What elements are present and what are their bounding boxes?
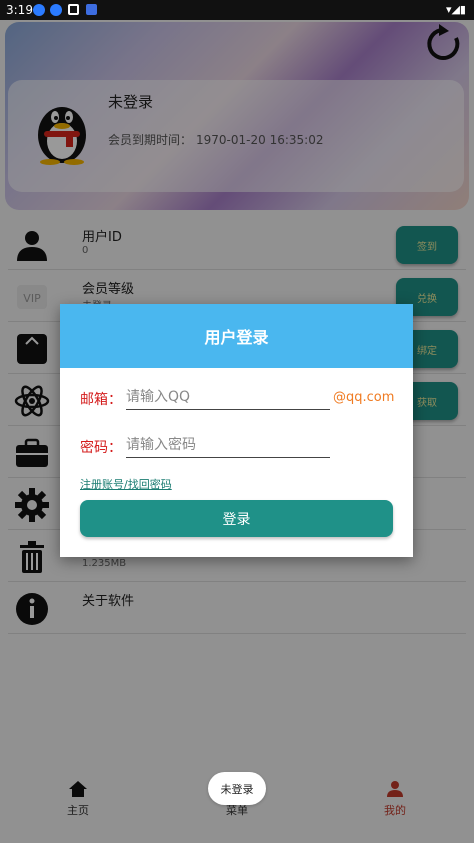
notification-icon (68, 4, 79, 15)
toast-message: 未登录 (208, 772, 266, 805)
email-suffix: @qq.com (333, 390, 395, 405)
register-link[interactable]: 注册账号/找回密码 (80, 476, 172, 492)
email-label: 邮箱： (80, 392, 122, 408)
dialog-title: 用户登录 (60, 304, 413, 368)
notification-icon (86, 4, 97, 15)
notification-icon (33, 4, 45, 16)
signal-battery-icon: ▾◢▮ (445, 3, 466, 16)
email-field[interactable] (126, 385, 330, 410)
login-button[interactable]: 登录 (80, 500, 393, 537)
status-bar: 3:19 ▾◢▮ (0, 0, 474, 20)
status-time: 3:19 (6, 3, 33, 17)
notification-icon (50, 4, 62, 16)
password-label: 密码： (80, 440, 122, 456)
login-dialog: 用户登录 邮箱： @qq.com 密码： 注册账号/找回密码 登录 (60, 304, 413, 557)
password-field[interactable] (126, 433, 330, 458)
